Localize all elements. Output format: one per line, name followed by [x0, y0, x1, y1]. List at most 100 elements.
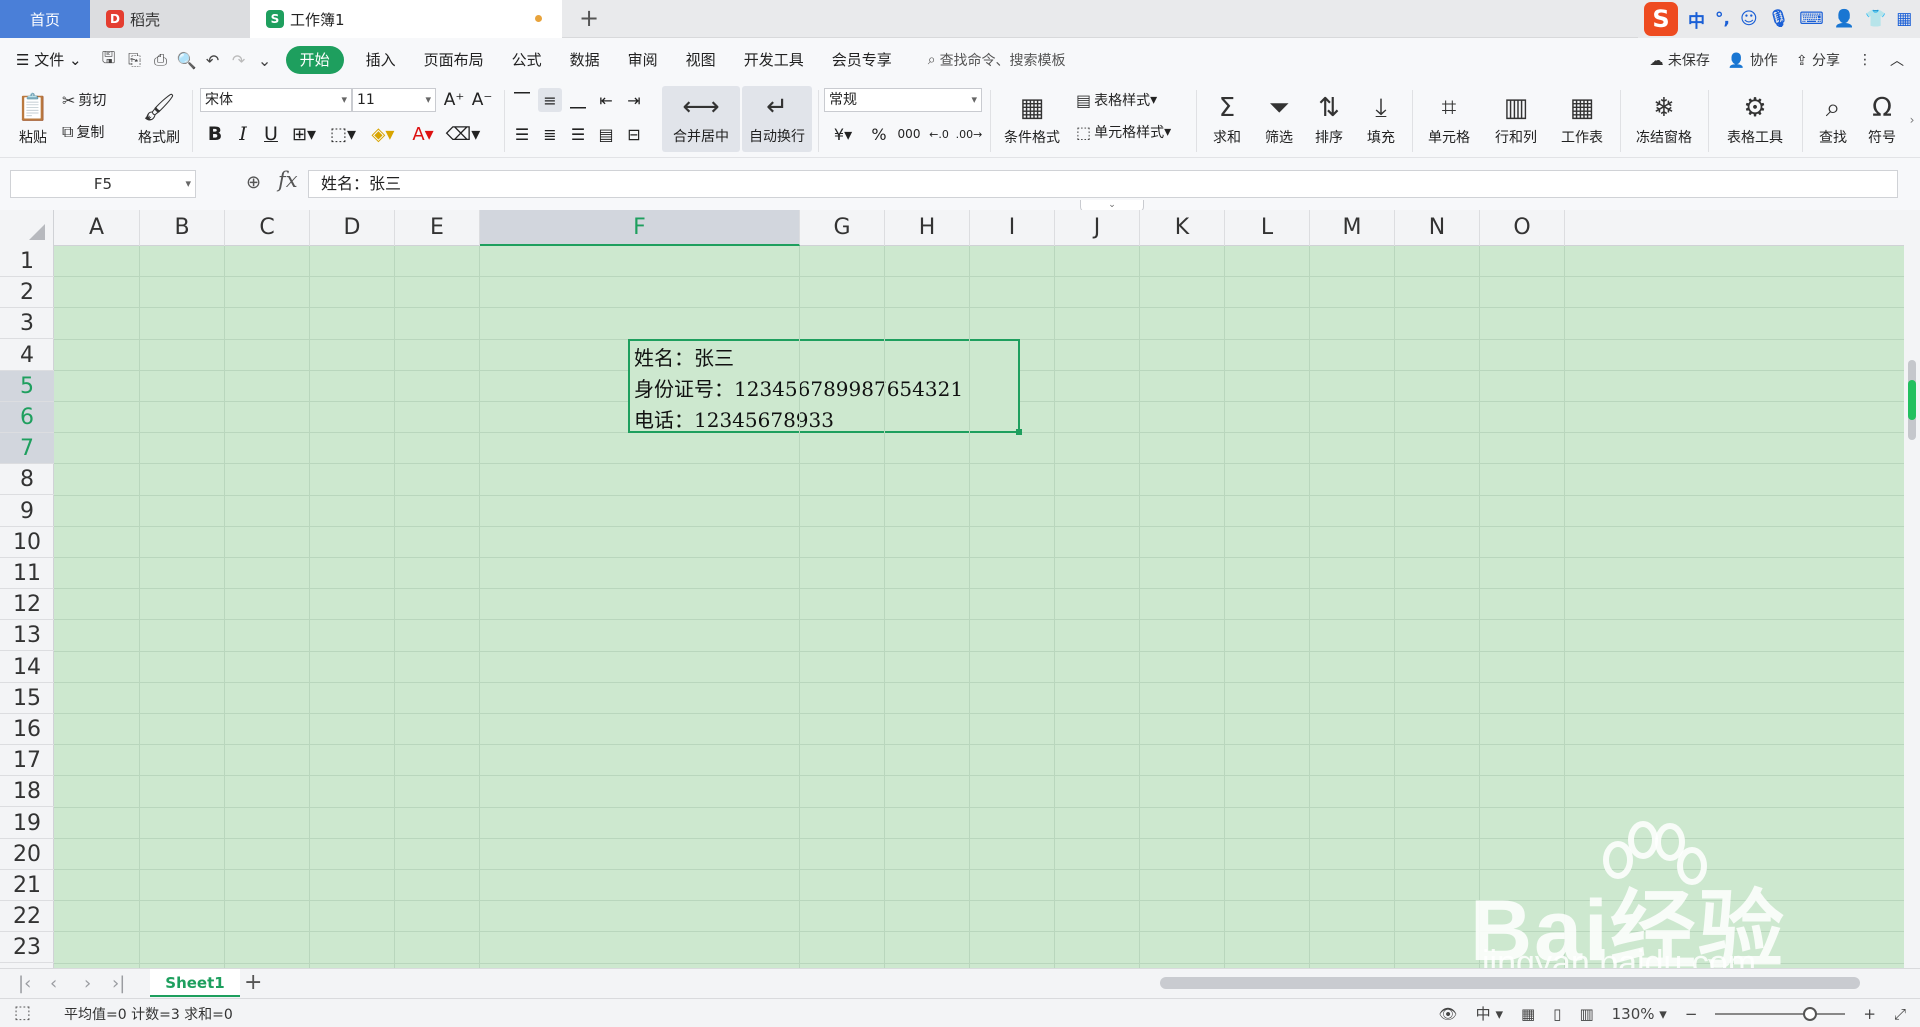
percent-icon[interactable]: % [868, 122, 890, 146]
column-header-o[interactable]: O [1480, 210, 1565, 246]
column-header-d[interactable]: D [310, 210, 395, 246]
export-pdf-icon[interactable]: ⎘ [124, 49, 146, 71]
eye-protection-icon[interactable]: 👁 [1439, 1005, 1458, 1023]
punctuation-icon[interactable]: °, [1715, 9, 1730, 29]
row-header-8[interactable]: 8 [0, 464, 54, 496]
fill-color-icon[interactable]: ◈▾ [366, 122, 400, 146]
copy-button[interactable]: ⧉ 复制 [62, 120, 104, 144]
zoom-slider-knob[interactable] [1803, 1006, 1818, 1021]
conditional-format-button[interactable]: ▦ 条件格式 [996, 88, 1068, 152]
sogou-logo-icon[interactable]: S [1644, 2, 1678, 36]
print-preview-icon[interactable]: 🔍 [176, 49, 198, 71]
underline-icon[interactable]: U [260, 122, 282, 146]
decrease-indent-icon[interactable]: ⇤ [594, 88, 618, 112]
customize-quick-access-icon[interactable]: ⌄ [254, 49, 276, 71]
page-layout-view-icon[interactable]: ▯ [1553, 1005, 1561, 1023]
next-sheet-icon[interactable]: › [84, 973, 91, 994]
tab-home[interactable]: 首页 [0, 0, 90, 38]
row-header-18[interactable]: 18 [0, 776, 54, 808]
zoom-slider[interactable] [1715, 1006, 1846, 1021]
row-header-6[interactable]: 6 [0, 402, 54, 433]
prev-sheet-icon[interactable]: ‹ [50, 973, 57, 994]
menu-tab-review[interactable]: 审阅 [614, 46, 672, 74]
fullscreen-icon[interactable]: ⤢ [1894, 1005, 1906, 1023]
borders-icon[interactable]: ⊞▾ [288, 122, 320, 146]
redo-icon[interactable]: ↷ [228, 49, 250, 71]
row-header-9[interactable]: 9 [0, 496, 54, 527]
align-right-icon[interactable]: ☰ [566, 122, 590, 146]
row-header-11[interactable]: 11 [0, 558, 54, 589]
row-header-17[interactable]: 17 [0, 745, 54, 777]
column-header-f[interactable]: F [480, 210, 800, 246]
row-header-1[interactable]: 1 [0, 246, 54, 277]
table-tools-button[interactable]: ⚙ 表格工具 [1716, 88, 1794, 152]
row-header-16[interactable]: 16 [0, 714, 54, 745]
cut-button[interactable]: ✂ 剪切 [62, 88, 106, 112]
sum-button[interactable]: Σ 求和 [1204, 88, 1250, 152]
font-name-select[interactable]: 宋体 [200, 88, 352, 112]
row-header-23[interactable]: 23 [0, 932, 54, 964]
zoom-in-icon[interactable]: + [1863, 1005, 1876, 1023]
row-header-7[interactable]: 7 [0, 433, 54, 465]
more-menu-icon[interactable]: ⋮ [1858, 52, 1872, 68]
distributed-icon[interactable]: ⊟ [622, 122, 646, 146]
vertical-scrollbar[interactable] [1904, 210, 1920, 968]
menu-tab-insert[interactable]: 插入 [352, 46, 410, 74]
column-header-b[interactable]: B [140, 210, 225, 246]
horizontal-scrollbar[interactable] [1160, 977, 1860, 989]
symbol-button[interactable]: Ω 符号 [1860, 88, 1904, 152]
column-header-g[interactable]: G [800, 210, 885, 246]
align-middle-icon[interactable]: ≡ [538, 88, 562, 112]
column-header-n[interactable]: N [1395, 210, 1480, 246]
row-header-21[interactable]: 21 [0, 870, 54, 901]
print-icon[interactable]: ⎙ [150, 49, 172, 71]
justify-icon[interactable]: ▤ [594, 122, 618, 146]
keyboard-icon[interactable]: ⌨ [1799, 9, 1824, 29]
row-header-19[interactable]: 19 [0, 808, 54, 839]
column-header-e[interactable]: E [395, 210, 480, 246]
align-left-icon[interactable]: ☰ [510, 122, 534, 146]
row-header-13[interactable]: 13 [0, 620, 54, 652]
collapse-ribbon-icon[interactable]: ︿ [1890, 50, 1904, 70]
ribbon-scroll-right-icon[interactable]: › [1904, 102, 1920, 138]
font-size-select[interactable]: 11 [352, 88, 436, 112]
column-header-k[interactable]: K [1140, 210, 1225, 246]
emoji-icon[interactable]: ☺ [1740, 9, 1758, 29]
page-break-view-icon[interactable]: ▥ [1579, 1005, 1593, 1023]
decrease-font-icon[interactable]: A⁻ [470, 88, 494, 112]
menu-tab-developer[interactable]: 开发工具 [730, 46, 818, 74]
fill-button[interactable]: ⤓ 填充 [1358, 88, 1404, 152]
cell-pattern-icon[interactable]: ⬚▾ [326, 122, 360, 146]
paste-button[interactable]: 📋 粘贴 [10, 88, 56, 152]
increase-decimal-icon[interactable]: ←.0 [926, 122, 952, 146]
macro-record-icon[interactable]: ⬚ [14, 1002, 31, 1023]
worksheet-button[interactable]: ▦ 工作表 [1552, 88, 1612, 152]
column-header-i[interactable]: I [970, 210, 1055, 246]
command-search[interactable]: ⌕ 查找命令、搜索模板 [928, 50, 1066, 70]
undo-icon[interactable]: ↶ [202, 49, 224, 71]
selected-cell-F5[interactable]: 姓名：张三 身份证号：123456789987654321 电话：1234567… [628, 339, 1022, 435]
row-header-5[interactable]: 5 [0, 370, 54, 402]
cell-style-button[interactable]: ⬚ 单元格样式 ▾ [1076, 120, 1171, 144]
row-header-15[interactable]: 15 [0, 683, 54, 714]
last-sheet-icon[interactable]: ›| [112, 973, 125, 994]
increase-font-icon[interactable]: A⁺ [442, 88, 466, 112]
sort-button[interactable]: ⇅ 排序 [1306, 88, 1352, 152]
normal-view-icon[interactable]: ▦ [1521, 1005, 1535, 1023]
row-header-3[interactable]: 3 [0, 308, 54, 340]
toolbox-icon[interactable]: ▦ [1896, 9, 1912, 29]
decrease-decimal-icon[interactable]: .00→ [956, 122, 983, 146]
new-tab-button[interactable]: + [574, 4, 604, 34]
freeze-panes-button[interactable]: ❄ 冻结窗格 [1628, 88, 1700, 152]
align-bottom-icon[interactable]: ⎽ [566, 88, 590, 112]
insert-function-icon[interactable]: fx [278, 168, 298, 192]
row-header-14[interactable]: 14 [0, 652, 54, 683]
unsaved-cloud-button[interactable]: ☁ 未保存 [1649, 50, 1709, 70]
tab-workbook[interactable]: S 工作簿1 [250, 0, 562, 38]
column-header-a[interactable]: A [54, 210, 140, 246]
number-format-select[interactable]: 常规 [824, 88, 982, 112]
zoom-formula-icon[interactable]: ⊕ [246, 172, 261, 193]
select-all-corner[interactable] [0, 210, 54, 246]
status-ime-toggle[interactable]: 中 ▾ [1476, 1003, 1503, 1024]
share-button[interactable]: ⇪ 分享 [1796, 50, 1840, 70]
